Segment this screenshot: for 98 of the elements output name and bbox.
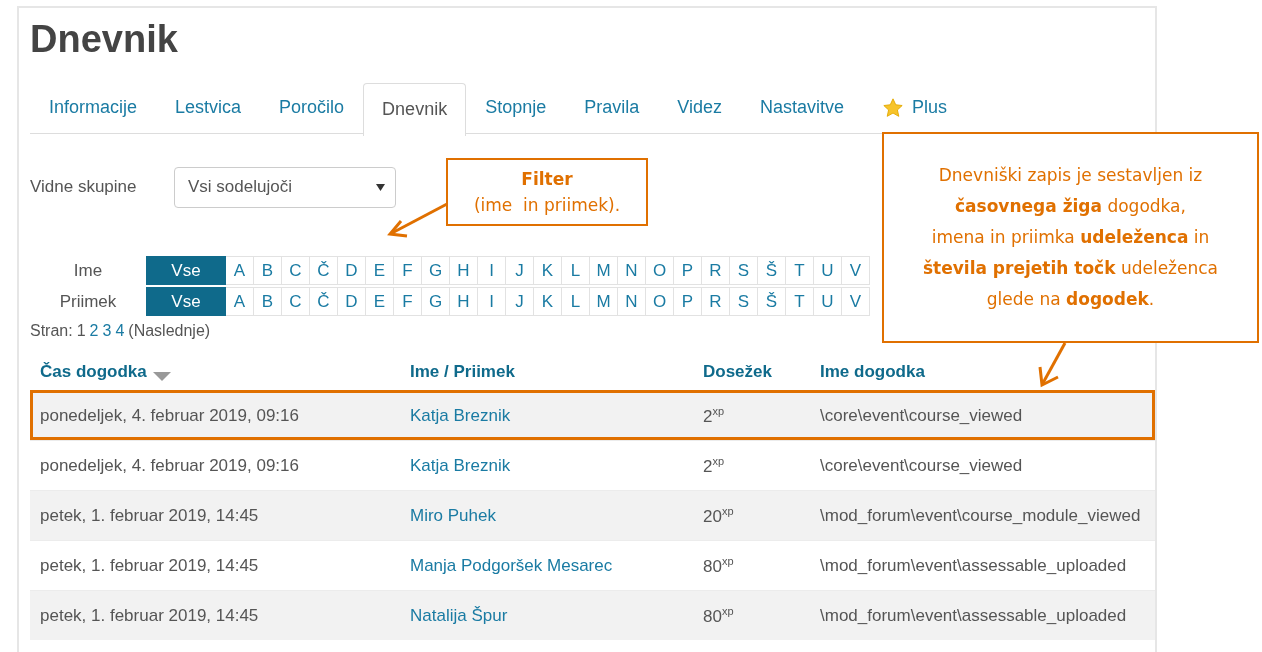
letter-link[interactable]: D xyxy=(338,256,366,285)
tab[interactable]: Plus xyxy=(863,83,966,133)
letter-link[interactable]: U xyxy=(814,287,842,316)
column-header[interactable]: Čas dogodka xyxy=(40,362,171,382)
letter-link[interactable]: J xyxy=(506,256,534,285)
letter-link[interactable]: I xyxy=(478,287,506,316)
letter-link[interactable]: F xyxy=(394,256,422,285)
letter-link[interactable]: D xyxy=(338,287,366,316)
sort-arrow-icon xyxy=(152,371,171,381)
table-cell-text: \core\event\course_viewed xyxy=(819,405,1024,426)
page-link[interactable]: 2 xyxy=(89,322,99,340)
letter-link[interactable]: T xyxy=(786,256,814,285)
user-link[interactable]: Miro Puhek xyxy=(400,505,693,526)
table-cell-text: \mod_forum\event\assessable_uploaded xyxy=(819,605,1128,626)
tab[interactable]: Videz xyxy=(658,83,741,133)
letter-link[interactable]: H xyxy=(450,256,478,285)
page-link[interactable]: 4 xyxy=(115,322,125,340)
letter-link[interactable]: G xyxy=(422,287,450,316)
letter-link[interactable]: T xyxy=(786,287,814,316)
letter-link[interactable]: G xyxy=(422,256,450,285)
table-cell-text: ponedeljek, 4. februar 2019, 09:16 xyxy=(39,455,300,476)
user-link[interactable]: Manja Podgoršek Mesarec xyxy=(400,555,693,576)
table-cell-text: \mod_forum\event\course_module_viewed xyxy=(819,505,1142,526)
all-letters-button[interactable]: Vse xyxy=(146,287,226,316)
filter-label: Priimek xyxy=(58,291,118,312)
letter-link[interactable]: Š xyxy=(758,256,786,285)
tab[interactable]: Pravila xyxy=(565,83,659,133)
letter-link[interactable]: A xyxy=(226,256,254,285)
column-header[interactable]: Ime dogodka xyxy=(820,362,925,382)
letter-link[interactable]: E xyxy=(366,287,394,316)
letter-link[interactable]: J xyxy=(506,287,534,316)
group-dropdown[interactable]: Vsi sodelujoči xyxy=(174,166,396,208)
pagination-label: Stran: xyxy=(30,322,73,340)
letter-link[interactable]: N xyxy=(618,256,646,285)
user-link[interactable]: Katja Breznik xyxy=(400,405,693,426)
user-link[interactable]: Katja Breznik xyxy=(400,455,693,476)
table-cell-text: 80$^{xp}$ xyxy=(702,554,735,577)
callout-text: (ime in priimek). xyxy=(473,194,621,217)
letter-link[interactable]: K xyxy=(534,287,562,316)
field-label: Vidne skupine xyxy=(30,177,138,197)
table-cell-text: \core\event\course_viewed xyxy=(819,455,1024,476)
letter-link[interactable]: H xyxy=(450,287,478,316)
tab[interactable]: Dnevnik xyxy=(363,83,467,136)
letter-link[interactable]: L xyxy=(562,256,590,285)
letter-link[interactable]: L xyxy=(562,287,590,316)
column-header[interactable]: Ime / Priimek xyxy=(410,362,515,382)
table-cell-text: 20$^{xp}$ xyxy=(702,504,735,527)
table-cell-text: ponedeljek, 4. februar 2019, 09:16 xyxy=(39,405,300,426)
table-cell-text: petek, 1. februar 2019, 14:45 xyxy=(39,555,260,576)
letter-link[interactable]: P xyxy=(674,287,702,316)
table-cell-text: 2$^{xp}$ xyxy=(702,404,726,427)
page-title: Dnevnik xyxy=(30,18,179,60)
letter-link[interactable]: C xyxy=(282,256,310,285)
page-link[interactable]: 1 xyxy=(76,322,86,340)
callout-title: Filter xyxy=(521,168,573,191)
letter-link[interactable]: F xyxy=(394,287,422,316)
letter-link[interactable]: K xyxy=(534,256,562,285)
table-cell-text: 2$^{xp}$ xyxy=(702,454,726,477)
letter-link[interactable]: N xyxy=(618,287,646,316)
letter-link[interactable]: Š xyxy=(758,287,786,316)
letter-link[interactable]: M xyxy=(590,256,618,285)
table-cell-text: petek, 1. februar 2019, 14:45 xyxy=(39,605,260,626)
letter-link[interactable]: A xyxy=(226,287,254,316)
filter-label: Ime xyxy=(72,260,104,281)
letter-link[interactable]: Č xyxy=(310,256,338,285)
caret-icon xyxy=(376,183,385,191)
page-link[interactable]: 3 xyxy=(102,322,112,340)
letter-link[interactable]: S xyxy=(730,256,758,285)
all-letters-button[interactable]: Vse xyxy=(146,256,226,285)
letter-link[interactable]: S xyxy=(730,287,758,316)
letter-link[interactable]: O xyxy=(646,287,674,316)
letter-link[interactable]: O xyxy=(646,256,674,285)
letter-link[interactable]: Č xyxy=(310,287,338,316)
user-link[interactable]: Natalija Špur xyxy=(400,605,693,626)
letter-link[interactable]: B xyxy=(254,256,282,285)
table-cell-text: petek, 1. februar 2019, 14:45 xyxy=(39,505,260,526)
column-header[interactable]: Dosežek xyxy=(703,362,772,382)
letter-link[interactable]: V xyxy=(842,256,870,285)
table-cell-text: 80$^{xp}$ xyxy=(702,604,735,627)
tab[interactable]: Lestvica xyxy=(156,83,261,133)
star-icon xyxy=(882,96,904,119)
tab[interactable]: Poročilo xyxy=(260,83,364,133)
letter-link[interactable]: V xyxy=(842,287,870,316)
letter-link[interactable]: C xyxy=(282,287,310,316)
callout-text: Dnevniški zapis je sestavljen iz časovnega žiga dogodka, imena in priimka udeleženca in števila prejetih točk udeleženca glede na dogodek. xyxy=(922,164,1218,311)
letter-link[interactable]: M xyxy=(590,287,618,316)
tab[interactable]: Informacije xyxy=(30,83,157,133)
table-cell-text: \mod_forum\event\assessable_uploaded xyxy=(819,555,1128,576)
tab[interactable]: Nastavitve xyxy=(740,83,863,133)
letter-link[interactable]: R xyxy=(702,256,730,285)
letter-link[interactable]: B xyxy=(254,287,282,316)
letter-link[interactable]: R xyxy=(702,287,730,316)
tab[interactable]: Stopnje xyxy=(466,83,566,133)
next-link[interactable]: (Naslednje) xyxy=(128,322,211,340)
letter-link[interactable]: E xyxy=(366,256,394,285)
letter-link[interactable]: I xyxy=(478,256,506,285)
letter-link[interactable]: U xyxy=(814,256,842,285)
letter-link[interactable]: P xyxy=(674,256,702,285)
